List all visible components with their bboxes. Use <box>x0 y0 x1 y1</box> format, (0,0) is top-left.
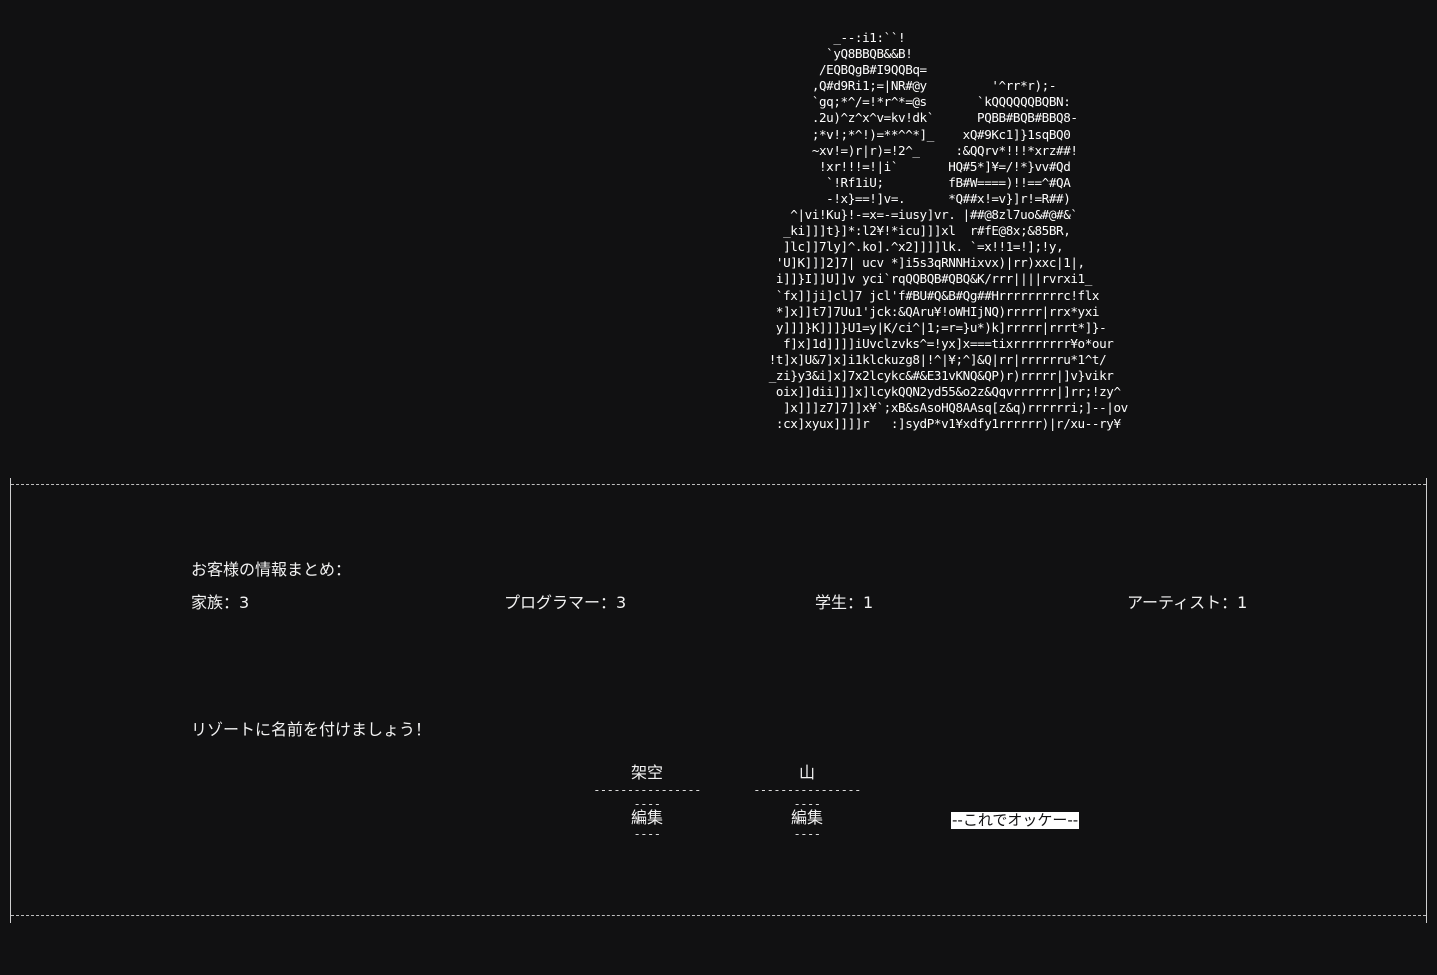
name-part-underline: ---------------- <box>753 783 861 797</box>
resort-info-panel: お客様の情報まとめ： 家族：3 プログラマー：3 学生：1 アーティスト：1 リ… <box>10 478 1427 923</box>
edit-name-part-2-button[interactable]: 編集 <box>742 809 872 827</box>
customer-summary-heading: お客様の情報まとめ： <box>191 560 352 579</box>
edit-name-part-1-button[interactable]: 編集 <box>582 809 712 827</box>
name-part-word: 山 <box>798 763 815 782</box>
name-part-slot-1: 架空 ---------------- ---- 編集 ---- <box>582 763 712 841</box>
stat-family: 家族：3 <box>191 593 250 612</box>
stat-artist: アーティスト：1 <box>1127 593 1248 612</box>
name-part-underline: ---------------- <box>593 783 701 797</box>
confirm-button[interactable]: --これでオッケー-- <box>951 812 1080 829</box>
stat-student: 学生：1 <box>815 593 874 612</box>
panel-top-divider <box>11 484 1426 485</box>
panel-bottom-divider <box>11 915 1426 916</box>
resort-name-prompt: リゾートに名前を付けましょう！ <box>191 720 432 739</box>
edit-button-bottom-rule: ---- <box>793 827 821 841</box>
stat-programmer: プログラマー：3 <box>504 593 627 612</box>
edit-button-bottom-rule: ---- <box>633 827 661 841</box>
name-part-slot-2: 山 ---------------- ---- 編集 ---- <box>742 763 872 841</box>
name-part-word: 架空 <box>630 763 663 782</box>
ascii-art-resort-image: _--:i1:``! `yQ8BBQB&&B! /EQBQgB#I9QQBq= … <box>768 30 1129 432</box>
